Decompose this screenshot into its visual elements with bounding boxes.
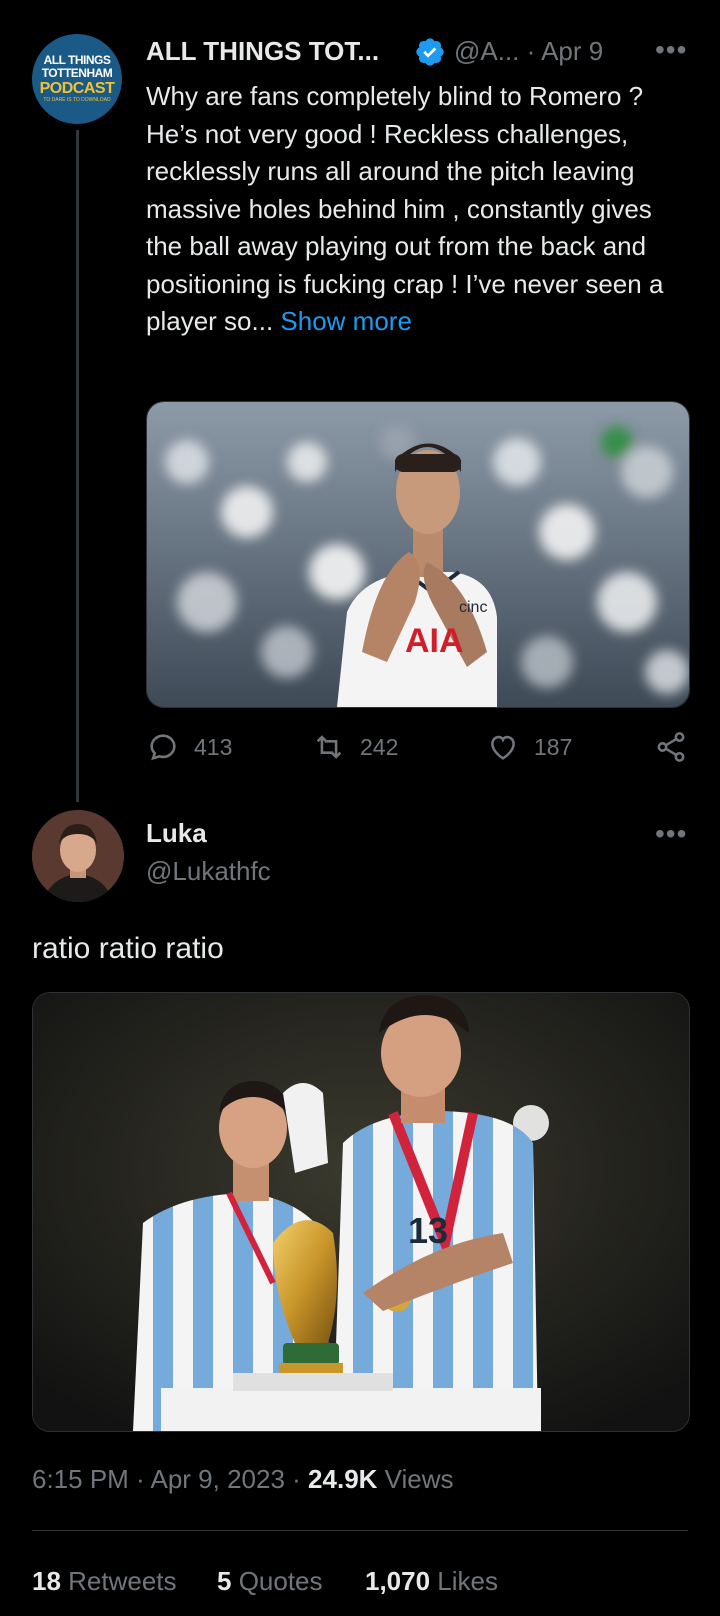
handle-and-date[interactable]: @A... · Apr 9 xyxy=(454,36,603,67)
retweets-count: 18 xyxy=(32,1566,61,1596)
tweet-body: Why are fans completely blind to Romero … xyxy=(146,81,664,336)
photo-romero-applause: AIA cinc xyxy=(147,402,689,707)
avatar-text-line4: TO DARE IS TO DOWNLOAD xyxy=(43,97,111,103)
retweets-stat-link[interactable]: 18 Retweets xyxy=(32,1566,177,1597)
tweet-image-romero-applause[interactable]: AIA cinc xyxy=(146,401,690,708)
views-label: Views xyxy=(377,1464,454,1494)
thread-line xyxy=(76,130,79,802)
avatar-text-line3: PODCAST xyxy=(39,80,115,97)
reply-image-world-cup[interactable]: 13 xyxy=(32,992,690,1432)
reply-handle[interactable]: @Lukathfc xyxy=(146,856,271,887)
reply-icon xyxy=(150,734,176,761)
quotes-count: 5 xyxy=(217,1566,232,1596)
share-button[interactable] xyxy=(654,730,702,764)
likes-total: 1,070 xyxy=(365,1566,431,1596)
avatar-all-things-tottenham[interactable]: ALL THINGS TOTTENHAM PODCAST TO DARE IS … xyxy=(32,34,122,124)
like-count: 187 xyxy=(534,733,573,760)
quotes-stat-link[interactable]: 5 Quotes xyxy=(217,1566,323,1597)
like-button[interactable]: 187 xyxy=(486,730,572,764)
more-options-icon[interactable]: ••• xyxy=(655,34,687,66)
tweet-timestamp: 6:15 PM · Apr 9, 2023 · 24.9K Views xyxy=(32,1464,454,1495)
reply-count: 413 xyxy=(194,733,233,760)
heart-icon xyxy=(491,735,515,760)
avatar-photo xyxy=(32,810,124,902)
shirt-sponsor-text: AIA xyxy=(405,622,464,660)
show-more-link[interactable]: Show more xyxy=(280,306,412,336)
shirt-sleeve-sponsor: cinc xyxy=(459,599,487,616)
verified-badge-icon xyxy=(416,38,444,66)
likes-stat-link[interactable]: 1,070 Likes xyxy=(365,1566,498,1597)
shirt-number: 13 xyxy=(408,1210,448,1251)
author-name[interactable]: ALL THINGS TOT... xyxy=(146,36,379,67)
views-count: 24.9K xyxy=(308,1464,378,1494)
share-icon xyxy=(657,732,685,762)
retweet-count: 242 xyxy=(360,733,399,760)
photo-world-cup-trophy: 13 xyxy=(33,993,689,1431)
reply-text: ratio ratio ratio xyxy=(32,932,224,965)
reply-button[interactable]: 413 xyxy=(146,730,232,764)
divider xyxy=(32,1530,688,1531)
likes-label: Likes xyxy=(430,1566,498,1596)
avatar-text-line2: TOTTENHAM xyxy=(41,66,113,80)
retweet-button[interactable]: 242 xyxy=(312,730,398,764)
retweet-icon xyxy=(316,735,342,759)
reply-author-name[interactable]: Luka xyxy=(146,818,207,849)
reply-more-options-icon[interactable]: ••• xyxy=(655,818,687,850)
tweet-text: Why are fans completely blind to Romero … xyxy=(146,78,686,341)
quotes-label: Quotes xyxy=(231,1566,323,1596)
avatar-luka[interactable] xyxy=(32,810,124,902)
retweets-label: Retweets xyxy=(60,1566,177,1596)
timestamp-text: 6:15 PM · Apr 9, 2023 · xyxy=(32,1464,309,1494)
